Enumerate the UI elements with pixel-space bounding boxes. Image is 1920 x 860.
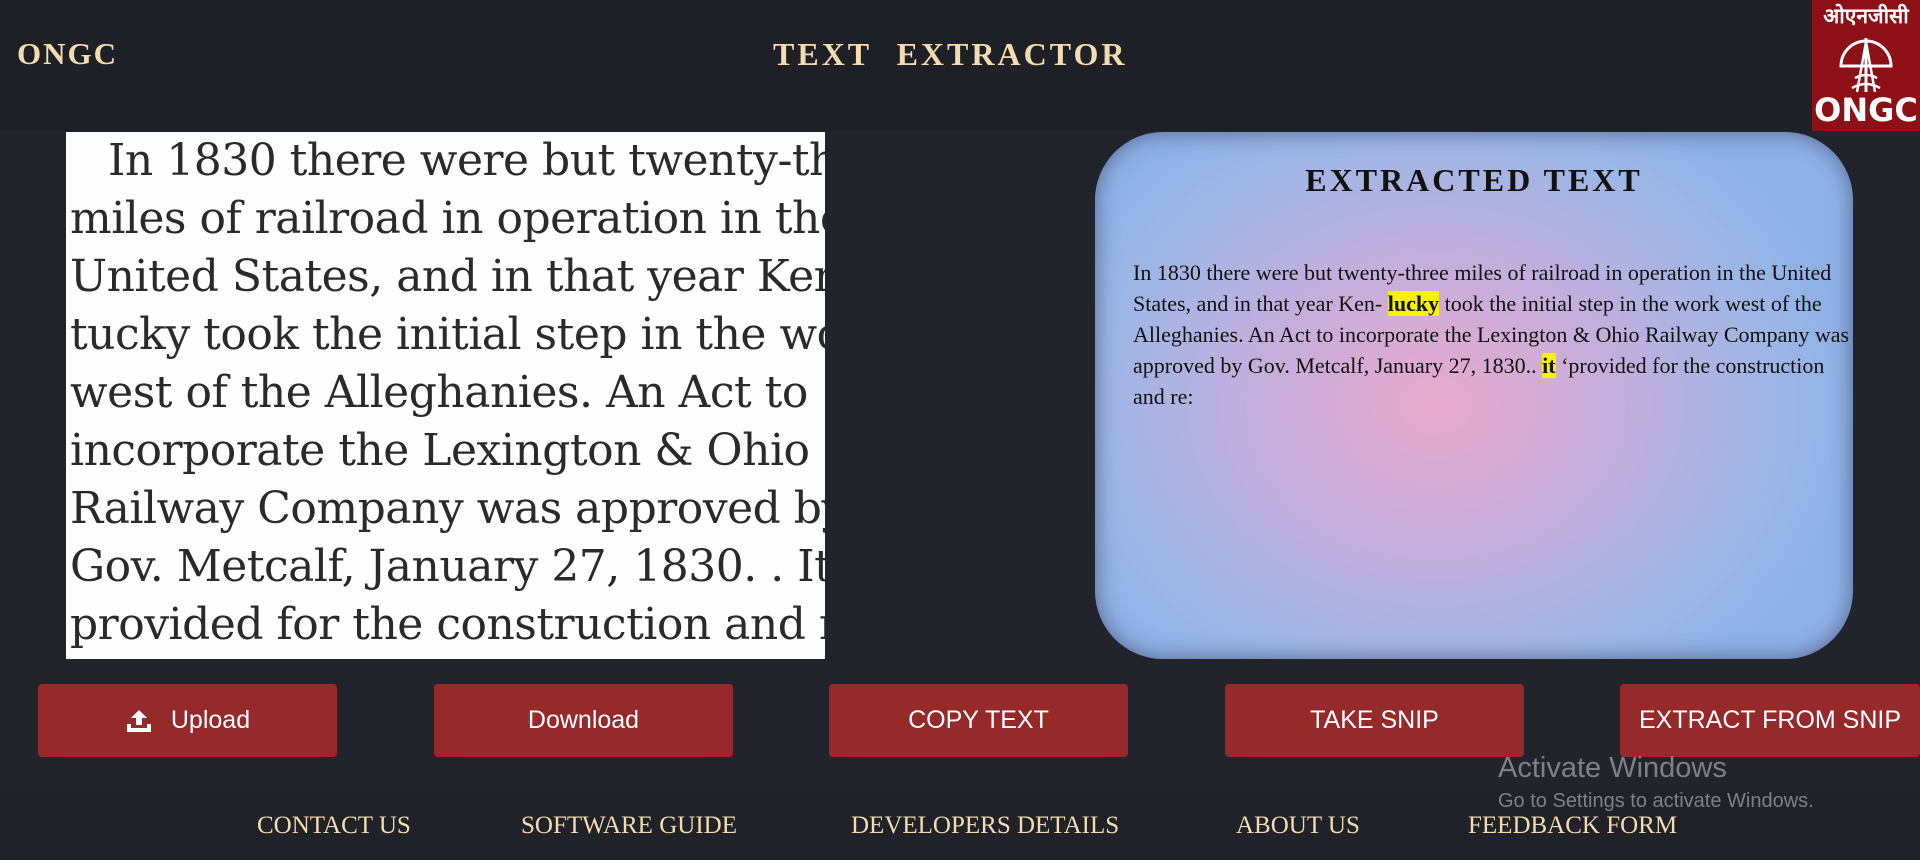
source-image-preview: In 1830 there were but twenty-three mile… xyxy=(66,132,825,659)
source-line: United States, and in that year Ken- xyxy=(70,251,825,302)
source-line: Railway Company was approved by xyxy=(70,483,825,534)
source-line: west of the Alleghanies. An Act to xyxy=(70,367,808,418)
ongc-logo: ओएनजीसी ONGC xyxy=(1812,0,1920,131)
page-title: TEXT EXTRACTOR xyxy=(773,36,1128,72)
extract-from-snip-button[interactable]: EXTRACT FROM SNIP xyxy=(1620,684,1920,757)
highlighted-word: lucky xyxy=(1387,291,1440,316)
copy-text-button[interactable]: COPY TEXT xyxy=(829,684,1128,757)
logo-text: ONGC xyxy=(1814,91,1918,129)
extracted-text-body[interactable]: In 1830 there were but twenty-three mile… xyxy=(1133,257,1853,412)
extracted-text-heading: EXTRACTED TEXT xyxy=(1305,162,1643,198)
source-line: In 1830 there were but twenty-three xyxy=(108,135,825,186)
developers-details-link[interactable]: DEVELOPERS DETAILS xyxy=(851,812,1119,840)
logo-hindi-text: ओएनजीसी xyxy=(1823,4,1909,28)
download-button[interactable]: Download xyxy=(434,684,733,757)
ongc-emblem-icon xyxy=(1839,38,1893,93)
activate-windows-watermark: Activate Windows Go to Settings to activ… xyxy=(1498,750,1814,816)
extracted-text-panel: EXTRACTED TEXT In 1830 there were but tw… xyxy=(1095,132,1853,659)
download-label: Download xyxy=(527,706,640,734)
upload-button[interactable]: Upload xyxy=(38,684,337,757)
highlighted-word: it xyxy=(1542,353,1556,378)
take-snip-button[interactable]: TAKE SNIP xyxy=(1225,684,1524,757)
copy-text-label: COPY TEXT xyxy=(908,706,1049,734)
source-line: incorporate the Lexington & Ohio xyxy=(70,425,810,476)
activate-windows-title: Activate Windows xyxy=(1498,752,1727,784)
source-line: miles of railroad in operation in the xyxy=(70,193,825,244)
source-line: provided for the construction and re- xyxy=(70,599,825,650)
activate-windows-subtitle: Go to Settings to activate Windows. xyxy=(1498,790,1814,812)
take-snip-label: TAKE SNIP xyxy=(1310,706,1439,734)
upload-label: Upload xyxy=(170,706,251,734)
contact-us-link[interactable]: CONTACT US xyxy=(257,812,411,840)
source-line: Gov. Metcalf, January 27, 1830. . It xyxy=(70,541,825,592)
app-header: ONGC TEXT EXTRACTOR ओएनजीसी ONGC xyxy=(0,0,1920,131)
software-guide-link[interactable]: SOFTWARE GUIDE xyxy=(521,812,737,840)
extract-from-snip-label: EXTRACT FROM SNIP xyxy=(1638,706,1902,734)
feedback-form-link[interactable]: FEEDBACK FORM xyxy=(1468,812,1677,840)
brand-name: ONGC xyxy=(17,36,118,71)
about-us-link[interactable]: ABOUT US xyxy=(1236,812,1360,840)
source-line: tucky took the initial step in the work xyxy=(70,309,825,360)
upload-icon xyxy=(125,708,153,734)
